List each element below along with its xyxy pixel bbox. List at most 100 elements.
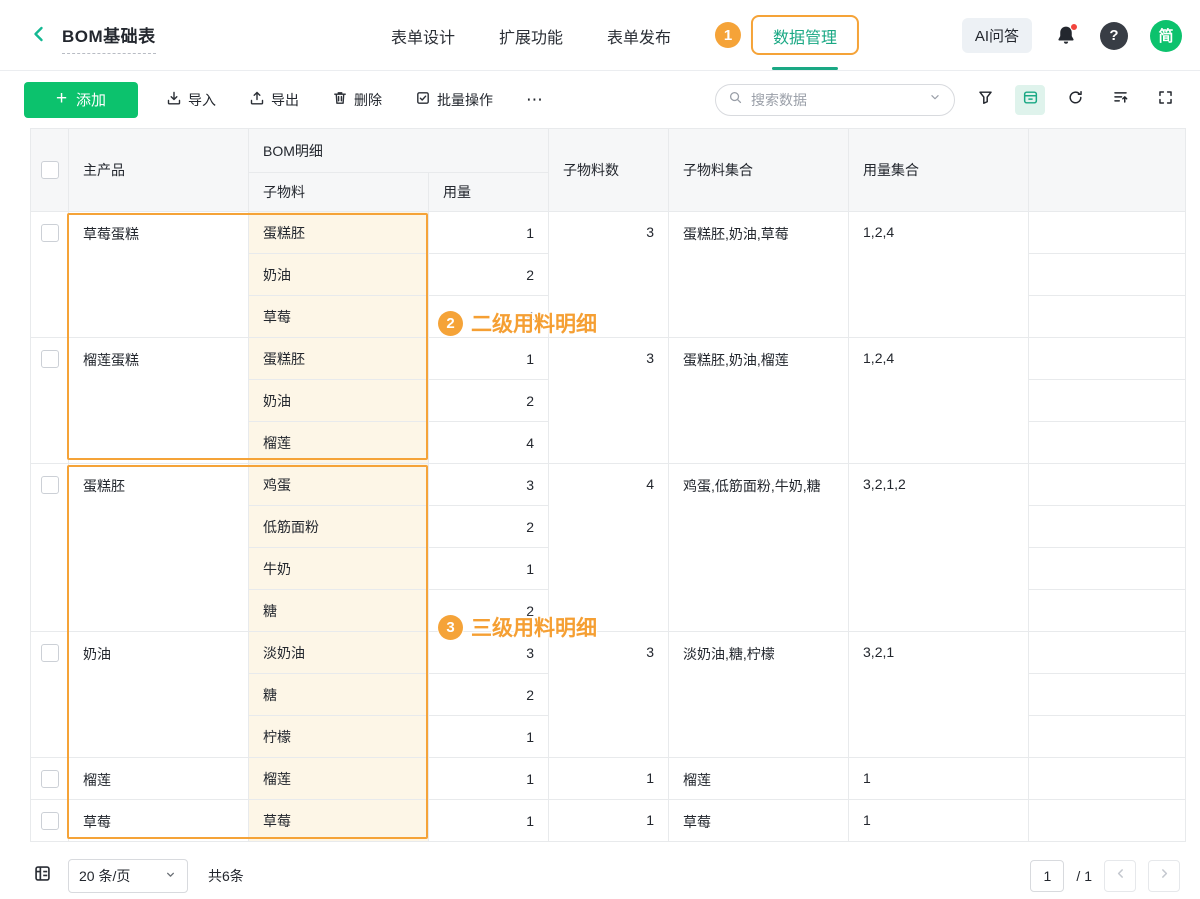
chevron-down-icon[interactable] [928,90,942,109]
cell-material[interactable]: 淡奶油 [249,632,429,674]
batch-operations-button[interactable]: 批量操作 [415,90,493,110]
cell-material[interactable]: 草莓 [249,800,429,842]
cell-qty-set[interactable]: 1,2,4 [849,338,1029,464]
filter-button[interactable] [970,85,1000,115]
page-title[interactable]: BOM基础表 [62,22,156,54]
cell-count[interactable]: 3 [549,632,669,758]
cell-product[interactable]: 草莓蛋糕 [69,212,249,338]
cell-product[interactable]: 奶油 [69,632,249,758]
search-box[interactable] [715,84,955,116]
cell-qty[interactable]: 2 [429,590,549,632]
cell-qty[interactable]: 1 [429,716,549,758]
table-row[interactable]: 草莓蛋糕 蛋糕胚 1 3 蛋糕胚,奶油,草莓 1,2,4 [31,212,1186,254]
select-all-checkbox[interactable] [41,161,59,179]
cell-materials-set[interactable]: 淡奶油,糖,柠檬 [669,632,849,758]
col-header-main-product[interactable]: 主产品 [69,129,249,212]
import-button[interactable]: 导入 [166,90,216,110]
notification-button[interactable] [1054,24,1078,48]
row-checkbox[interactable] [41,350,59,368]
row-display-button[interactable] [30,864,54,888]
cell-count[interactable]: 1 [549,758,669,800]
cell-materials-set[interactable]: 蛋糕胚,奶油,榴莲 [669,338,849,464]
cell-qty[interactable]: 2 [429,674,549,716]
cell-product[interactable]: 草莓 [69,800,249,842]
back-button[interactable] [24,21,54,51]
cell-materials-set[interactable]: 草莓 [669,800,849,842]
cell-material[interactable]: 奶油 [249,380,429,422]
cell-qty[interactable]: 1 [429,338,549,380]
table-row[interactable]: 榴莲 榴莲 1 1 榴莲 1 [31,758,1186,800]
delete-button[interactable]: 删除 [332,90,382,110]
cell-qty[interactable]: 3 [429,632,549,674]
fullscreen-button[interactable] [1150,85,1180,115]
cell-materials-set[interactable]: 蛋糕胚,奶油,草莓 [669,212,849,338]
cell-product[interactable]: 榴莲 [69,758,249,800]
cell-material[interactable]: 低筋面粉 [249,506,429,548]
export-button[interactable]: 导出 [249,90,299,110]
table-row[interactable]: 蛋糕胚 鸡蛋 3 4 鸡蛋,低筋面粉,牛奶,糖 3,2,1,2 [31,464,1186,506]
tab-form-design[interactable]: 表单设计 [391,0,455,71]
cell-material[interactable]: 糖 [249,590,429,632]
cell-material[interactable]: 奶油 [249,254,429,296]
cell-material[interactable]: 蛋糕胚 [249,338,429,380]
cell-material[interactable]: 柠檬 [249,716,429,758]
cell-qty[interactable]: 1 [429,548,549,590]
cell-qty[interactable]: 2 [429,254,549,296]
col-header-sub-count[interactable]: 子物料数 [549,129,669,212]
cell-material[interactable]: 榴莲 [249,422,429,464]
col-header-bom-detail[interactable]: BOM明细 [249,129,549,173]
cell-qty[interactable]: 2 [429,506,549,548]
col-header-sub-set[interactable]: 子物料集合 [669,129,849,212]
cell-qty-set[interactable]: 1 [849,800,1029,842]
cell-qty-set[interactable]: 1,2,4 [849,212,1029,338]
cell-product[interactable]: 榴莲蛋糕 [69,338,249,464]
row-checkbox[interactable] [41,224,59,242]
cell-qty-set[interactable]: 3,2,1 [849,632,1029,758]
row-checkbox[interactable] [41,644,59,662]
search-input[interactable] [751,92,920,108]
cell-material[interactable]: 糖 [249,674,429,716]
cell-qty[interactable]: 4 [429,296,549,338]
col-header-qty-set[interactable]: 用量集合 [849,129,1029,212]
sort-settings-button[interactable] [1105,85,1135,115]
cell-material[interactable]: 鸡蛋 [249,464,429,506]
cell-materials-set[interactable]: 鸡蛋,低筋面粉,牛奶,糖 [669,464,849,632]
page-size-select[interactable]: 20 条/页 [68,859,188,893]
cell-material[interactable]: 牛奶 [249,548,429,590]
cell-qty[interactable]: 2 [429,380,549,422]
more-actions-button[interactable]: ⋯ [526,90,544,110]
tab-data-management[interactable]: 1 数据管理 [773,0,837,71]
cell-material[interactable]: 蛋糕胚 [249,212,429,254]
cell-count[interactable]: 1 [549,800,669,842]
tab-form-publish[interactable]: 表单发布 [607,0,671,71]
cell-qty[interactable]: 1 [429,758,549,800]
cell-qty-set[interactable]: 1 [849,758,1029,800]
cell-count[interactable]: 4 [549,464,669,632]
cell-qty[interactable]: 3 [429,464,549,506]
prev-page-button[interactable] [1104,860,1136,892]
cell-material[interactable]: 草莓 [249,296,429,338]
next-page-button[interactable] [1148,860,1180,892]
table-row[interactable]: 奶油 淡奶油 3 3 淡奶油,糖,柠檬 3,2,1 [31,632,1186,674]
cell-materials-set[interactable]: 榴莲 [669,758,849,800]
page-number-input[interactable]: 1 [1030,860,1064,892]
cell-qty[interactable]: 4 [429,422,549,464]
cell-qty[interactable]: 1 [429,212,549,254]
add-button[interactable]: + 添加 [24,82,138,118]
cell-material[interactable]: 榴莲 [249,758,429,800]
tab-extensions[interactable]: 扩展功能 [499,0,563,71]
col-header-sub-material[interactable]: 子物料 [249,173,429,212]
data-view-button[interactable] [1015,85,1045,115]
col-header-quantity[interactable]: 用量 [429,173,549,212]
cell-qty-set[interactable]: 3,2,1,2 [849,464,1029,632]
row-checkbox[interactable] [41,770,59,788]
table-row[interactable]: 草莓 草莓 1 1 草莓 1 [31,800,1186,842]
help-button[interactable]: ? [1100,22,1128,50]
row-checkbox[interactable] [41,476,59,494]
cell-count[interactable]: 3 [549,338,669,464]
refresh-button[interactable] [1060,85,1090,115]
table-row[interactable]: 榴莲蛋糕 蛋糕胚 1 3 蛋糕胚,奶油,榴莲 1,2,4 [31,338,1186,380]
cell-qty[interactable]: 1 [429,800,549,842]
ai-qa-button[interactable]: AI问答 [962,18,1032,53]
row-checkbox[interactable] [41,812,59,830]
